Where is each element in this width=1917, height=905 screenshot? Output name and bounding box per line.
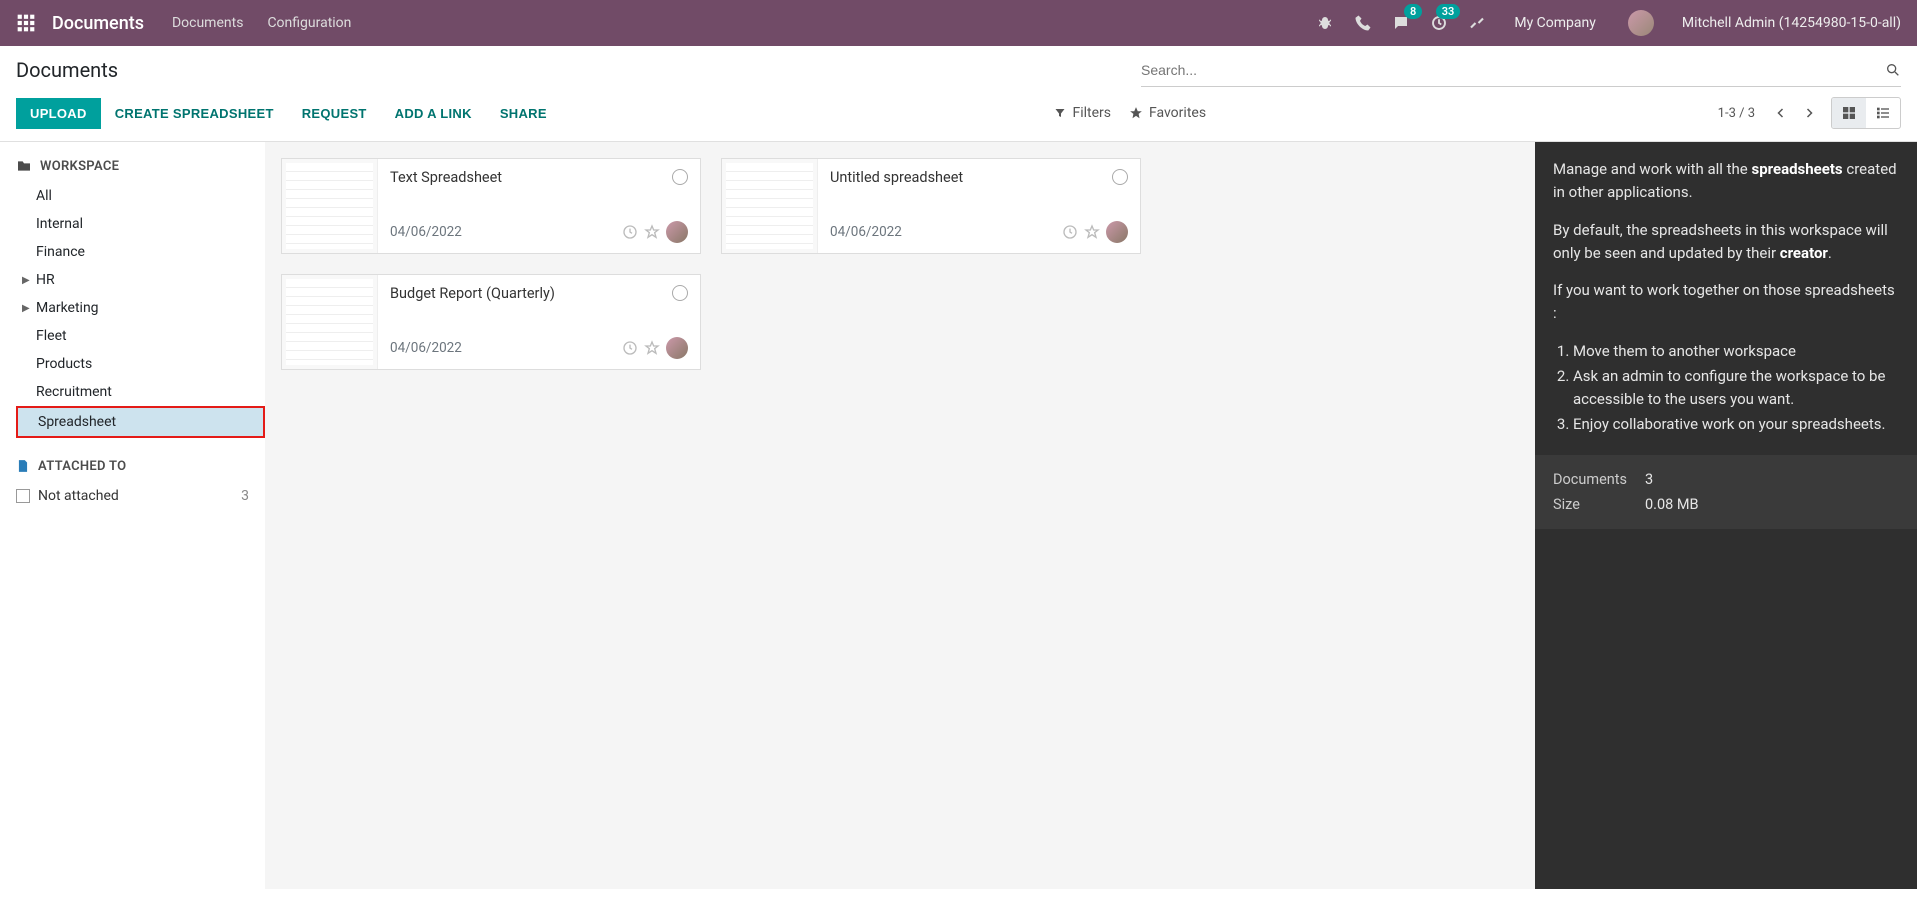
phone-icon[interactable] (1354, 14, 1372, 32)
sidebar-item-label: HR (36, 272, 55, 288)
checkbox[interactable] (16, 489, 30, 503)
search-icon[interactable] (1885, 62, 1901, 78)
view-switch (1831, 97, 1901, 129)
sidebar-item-label: All (36, 188, 52, 204)
sidebar-item-recruitment[interactable]: Recruitment (16, 378, 265, 406)
document-card[interactable]: Untitled spreadsheet 04/06/2022 (721, 158, 1141, 254)
clock-icon[interactable] (622, 224, 638, 240)
caret-icon: ▶ (22, 303, 34, 314)
messages-icon[interactable]: 8 (1392, 14, 1410, 32)
search-wrap (1141, 58, 1901, 87)
caret-icon: ▶ (22, 275, 34, 286)
main-area: Text Spreadsheet 04/06/2022 Untitled spr… (265, 142, 1535, 889)
kanban-view-button[interactable] (1832, 98, 1866, 128)
toolbar: UPLOAD CREATE SPREADSHEET REQUEST ADD A … (0, 87, 1917, 142)
create-spreadsheet-button[interactable]: CREATE SPREADSHEET (101, 98, 288, 129)
card-title: Budget Report (Quarterly) (390, 285, 672, 302)
star-icon[interactable] (1084, 224, 1100, 240)
document-card[interactable]: Budget Report (Quarterly) 04/06/2022 (281, 274, 701, 370)
pager-prev[interactable] (1767, 99, 1795, 127)
avatar[interactable] (1628, 10, 1654, 36)
star-icon[interactable] (644, 224, 660, 240)
username[interactable]: Mitchell Admin (14254980-15-0-all) (1682, 15, 1901, 31)
card-date: 04/06/2022 (390, 224, 622, 240)
add-link-button[interactable]: ADD A LINK (381, 98, 486, 129)
sidebar-item-finance[interactable]: Finance (16, 238, 265, 266)
nav-link-documents[interactable]: Documents (172, 15, 243, 31)
document-card[interactable]: Text Spreadsheet 04/06/2022 (281, 158, 701, 254)
cards-container: Text Spreadsheet 04/06/2022 Untitled spr… (281, 158, 1519, 370)
navbar: Documents Documents Configuration 8 33 M… (0, 0, 1917, 46)
messages-badge: 8 (1404, 4, 1422, 19)
sidebar: WORKSPACE AllInternalFinance▶HR▶Marketin… (0, 142, 265, 889)
thumbnail (282, 275, 378, 369)
sidebar-item-label: Marketing (36, 300, 99, 316)
sidebar-item-internal[interactable]: Internal (16, 210, 265, 238)
select-radio[interactable] (672, 169, 688, 185)
share-button[interactable]: SHARE (486, 98, 561, 129)
clock-icon[interactable] (1062, 224, 1078, 240)
request-button[interactable]: REQUEST (288, 98, 381, 129)
bug-icon[interactable] (1316, 14, 1334, 32)
sidebar-item-marketing[interactable]: ▶Marketing (16, 294, 265, 322)
clock-icon[interactable] (622, 340, 638, 356)
workspace-section-header: WORKSPACE (16, 158, 265, 174)
control-bar: Documents (0, 46, 1917, 87)
owner-avatar (666, 337, 688, 359)
select-radio[interactable] (672, 285, 688, 301)
app-title: Documents (52, 13, 144, 34)
filters-button[interactable]: Filters (1054, 105, 1111, 121)
activity-badge: 33 (1436, 4, 1461, 19)
sidebar-item-fleet[interactable]: Fleet (16, 322, 265, 350)
thumbnail (722, 159, 818, 253)
nav-link-configuration[interactable]: Configuration (267, 15, 351, 31)
favorites-button[interactable]: Favorites (1129, 105, 1206, 121)
sidebar-item-label: Products (36, 356, 92, 372)
apps-icon[interactable] (16, 13, 36, 33)
select-radio[interactable] (1112, 169, 1128, 185)
sidebar-item-label: Finance (36, 244, 85, 260)
not-attached-filter[interactable]: Not attached 3 (16, 482, 265, 510)
sidebar-item-spreadsheet[interactable]: Spreadsheet (16, 406, 265, 438)
star-icon[interactable] (644, 340, 660, 356)
sidebar-item-label: Recruitment (36, 384, 112, 400)
sidebar-item-products[interactable]: Products (16, 350, 265, 378)
card-date: 04/06/2022 (390, 340, 622, 356)
sidebar-item-label: Internal (36, 216, 83, 232)
activity-icon[interactable]: 33 (1430, 14, 1448, 32)
page-title: Documents (16, 58, 118, 82)
card-title: Text Spreadsheet (390, 169, 672, 186)
tools-icon[interactable] (1468, 14, 1486, 32)
list-view-button[interactable] (1866, 98, 1900, 128)
sidebar-item-label: Spreadsheet (38, 414, 116, 430)
sidebar-item-all[interactable]: All (16, 182, 265, 210)
owner-avatar (666, 221, 688, 243)
panel-stats: Documents3 Size0.08 MB (1535, 455, 1917, 529)
pager-text: 1-3 / 3 (1718, 106, 1755, 121)
folder-icon (16, 158, 32, 174)
sidebar-item-label: Fleet (36, 328, 67, 344)
attached-to-header: ATTACHED TO (16, 458, 265, 474)
info-panel: Manage and work with all the spreadsheet… (1535, 142, 1917, 889)
file-icon (16, 458, 30, 474)
content: WORKSPACE AllInternalFinance▶HR▶Marketin… (0, 142, 1917, 889)
company-selector[interactable]: My Company (1514, 15, 1596, 31)
owner-avatar (1106, 221, 1128, 243)
sidebar-item-hr[interactable]: ▶HR (16, 266, 265, 294)
card-date: 04/06/2022 (830, 224, 1062, 240)
card-title: Untitled spreadsheet (830, 169, 1112, 186)
star-icon (1129, 106, 1143, 120)
thumbnail (282, 159, 378, 253)
search-input[interactable] (1141, 58, 1885, 82)
pager-next[interactable] (1795, 99, 1823, 127)
funnel-icon (1054, 107, 1066, 119)
upload-button[interactable]: UPLOAD (16, 98, 101, 129)
